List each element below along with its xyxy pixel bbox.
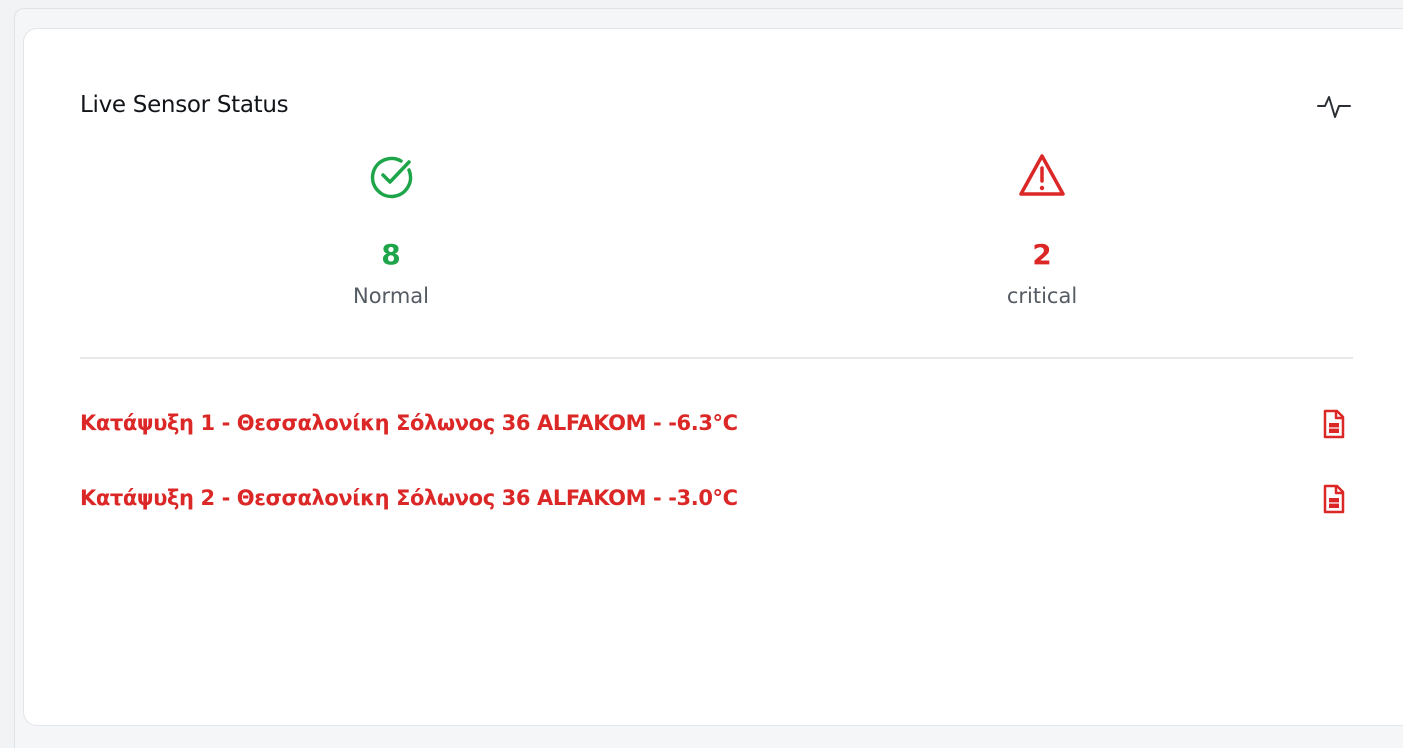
alert-item[interactable]: Κατάψυξη 2 - Θεσσαλονίκη Σόλωνος 36 ALFA… (80, 484, 1353, 518)
critical-count: 2 (1032, 238, 1052, 271)
stat-critical: 2 critical (942, 150, 1142, 309)
stat-normal: 8 Normal (291, 150, 491, 309)
alert-triangle-icon (1019, 154, 1065, 196)
live-sensor-status-card (23, 28, 1403, 726)
normal-label: Normal (353, 284, 429, 308)
check-circle-icon (370, 156, 413, 199)
alert-item[interactable]: Κατάψυξη 1 - Θεσσαλονίκη Σόλωνος 36 ALFA… (80, 409, 1353, 443)
normal-count: 8 (381, 238, 401, 271)
card-title: Live Sensor Status (80, 92, 289, 118)
critical-label: critical (1006, 284, 1078, 308)
alert-text[interactable]: Κατάψυξη 2 - Θεσσαλονίκη Σόλωνος 36 ALFA… (80, 486, 738, 510)
alert-text[interactable]: Κατάψυξη 1 - Θεσσαλονίκη Σόλωνος 36 ALFA… (80, 411, 738, 435)
divider (80, 357, 1353, 359)
file-report-icon[interactable] (1323, 484, 1345, 514)
file-report-icon[interactable] (1323, 409, 1345, 439)
activity-icon (1317, 96, 1351, 118)
